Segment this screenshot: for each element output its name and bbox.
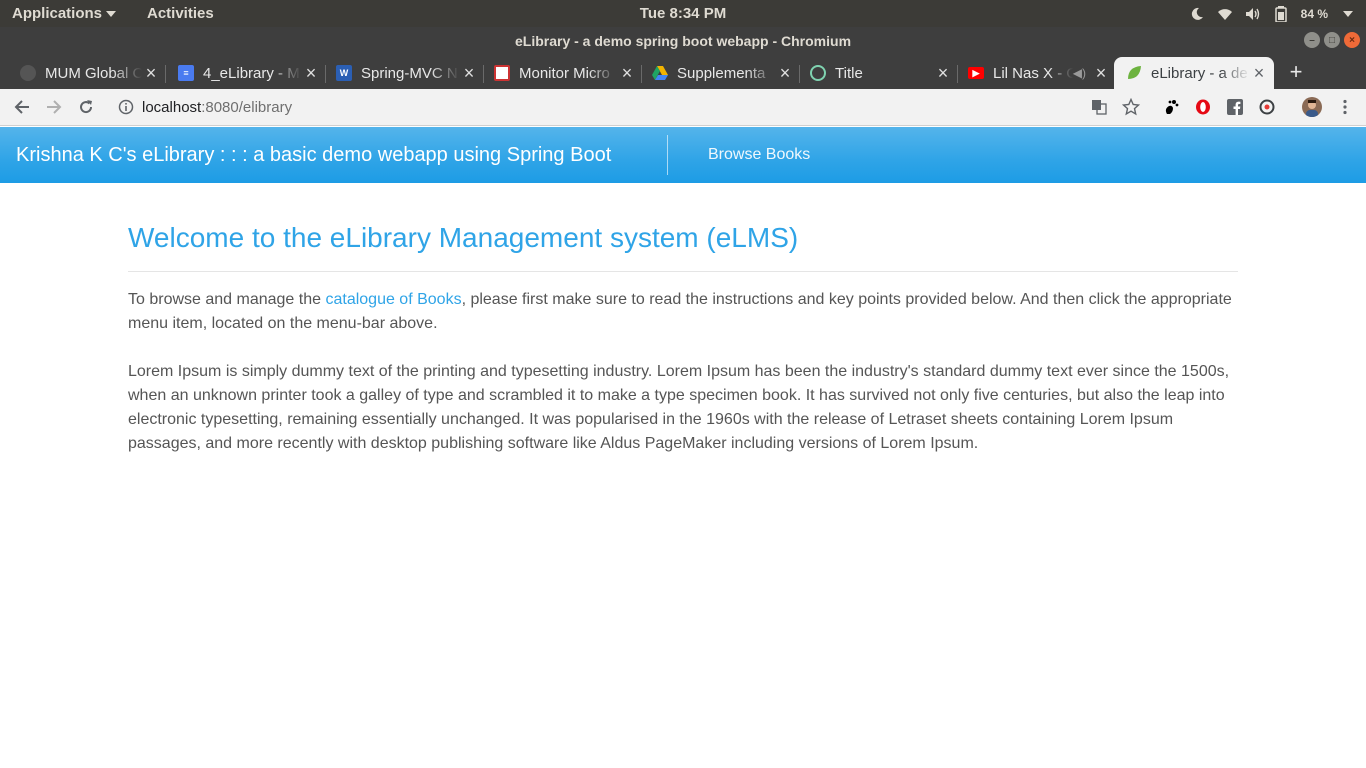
tab-label: 4_eLibrary - M [203, 64, 300, 82]
tab-monitor-micro[interactable]: Monitor Micro × [476, 57, 642, 89]
window-title: eLibrary - a demo spring boot webapp - C… [514, 33, 852, 49]
battery-percent: 84 % [1300, 7, 1328, 21]
forward-arrow-icon[interactable] [44, 97, 64, 117]
window-title-bar[interactable]: eLibrary - a demo spring boot webapp - C… [0, 27, 1366, 55]
tab-close-icon[interactable]: × [142, 63, 160, 84]
browser-toolbar: localhost:8080/elibrary [0, 89, 1366, 126]
tab-label: Supplementa [677, 64, 766, 82]
opera-extension-icon[interactable] [1194, 98, 1212, 116]
audio-playing-icon[interactable]: ◀) [1073, 66, 1086, 80]
tab-close-icon[interactable]: × [1250, 63, 1268, 84]
page-title: Welcome to the eLibrary Management syste… [128, 222, 1238, 272]
tab-label: Spring-MVC N [361, 64, 458, 82]
gnome-extension-icon[interactable] [1162, 98, 1180, 116]
catalogue-link[interactable]: catalogue of Books [325, 291, 461, 308]
tab-label: Lil Nas X - O [993, 64, 1073, 82]
sync-extension-icon[interactable] [1258, 98, 1276, 116]
browser-menu-icon[interactable] [1336, 98, 1354, 116]
tab-spring-mvc[interactable]: W Spring-MVC N × [318, 57, 484, 89]
wifi-icon [1217, 6, 1233, 22]
site-info-icon[interactable] [118, 99, 134, 115]
google-drive-icon [652, 65, 668, 81]
address-bar[interactable]: localhost:8080/elibrary [110, 92, 1080, 122]
app-navbar: Krishna K C's eLibrary : : : a basic dem… [0, 127, 1366, 183]
tab-strip: MUM Global C × ≡ 4_eLibrary - M × W Spri… [0, 55, 1366, 89]
tab-supplementary[interactable]: Supplementa × [634, 57, 800, 89]
volume-icon [1245, 6, 1261, 22]
url-host: localhost [142, 98, 202, 116]
tab-lil-nas-x[interactable]: ▶ Lil Nas X - O ◀) × [950, 57, 1116, 89]
spring-leaf-icon [1126, 65, 1142, 81]
night-light-icon [1189, 6, 1205, 22]
tab-close-icon[interactable]: × [1092, 63, 1110, 84]
url-path: :8080/elibrary [201, 98, 293, 116]
tab-elibrary-doc[interactable]: ≡ 4_eLibrary - M × [160, 57, 326, 89]
clock[interactable]: Tue 8:34 PM [0, 5, 1366, 22]
monitor-app-icon [494, 65, 510, 81]
nav-browse-books[interactable]: Browse Books [708, 146, 810, 164]
lorem-paragraph: Lorem Ipsum is simply dummy text of the … [128, 363, 1230, 452]
bookmark-star-icon[interactable] [1122, 98, 1140, 116]
tab-title[interactable]: Title × [792, 57, 958, 89]
mum-globe-icon [20, 65, 36, 81]
system-top-bar: Applications Activities Tue 8:34 PM 84 % [0, 0, 1366, 27]
tab-elibrary-active[interactable]: eLibrary - a de × [1114, 57, 1274, 89]
tab-mum-global[interactable]: MUM Global C × [2, 57, 166, 89]
word-doc-icon: W [336, 65, 352, 81]
system-tray[interactable]: 84 % [1189, 4, 1356, 24]
tab-label: eLibrary - a de [1151, 64, 1248, 82]
translate-icon[interactable] [1090, 98, 1108, 116]
intro-paragraph: To browse and manage the catalogue of Bo… [128, 288, 1238, 336]
close-icon[interactable]: × [1344, 32, 1360, 48]
minimize-icon[interactable]: – [1304, 32, 1320, 48]
app-brand[interactable]: Krishna K C's eLibrary : : : a basic dem… [16, 144, 611, 167]
web-page: Krishna K C's eLibrary : : : a basic dem… [0, 127, 1366, 768]
navbar-divider [667, 135, 668, 175]
tab-label: Title [835, 64, 863, 82]
intro-text-before: To browse and manage the [128, 291, 326, 308]
window-controls: – □ × [1304, 32, 1360, 48]
chevron-down-icon [1340, 6, 1356, 22]
youtube-icon: ▶ [968, 67, 984, 79]
facebook-extension-icon[interactable] [1226, 98, 1244, 116]
reload-icon[interactable] [76, 97, 96, 117]
back-arrow-icon[interactable] [12, 97, 32, 117]
battery-icon [1273, 6, 1289, 22]
avatar[interactable] [1302, 97, 1322, 117]
maximize-icon[interactable]: □ [1324, 32, 1340, 48]
google-docs-icon: ≡ [178, 65, 194, 81]
main-content: Welcome to the eLibrary Management syste… [128, 222, 1238, 456]
loading-spinner-icon [810, 65, 826, 81]
new-tab-icon[interactable]: + [1285, 59, 1307, 85]
tab-label: Monitor Micro [519, 64, 610, 82]
tab-label: MUM Global C [45, 64, 142, 82]
